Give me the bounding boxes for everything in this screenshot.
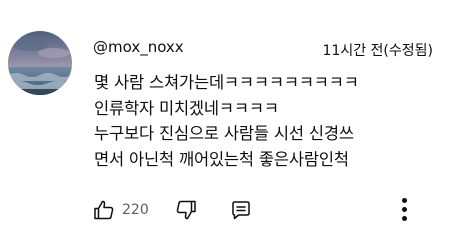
thumbs-down-icon [176,200,196,220]
thumbs-up-icon [94,200,114,220]
comment-action-bar: 220 [92,196,422,224]
reply-icon [232,201,250,220]
comment-timestamp[interactable]: 11시간 전(수정됨) [323,40,433,62]
comment-text: 몇 사람 스쳐가는데ㅋㅋㅋㅋㅋㅋㅋㅋㅋ 인류학자 미치겠네ㅋㅋㅋㅋ 누구보다 진… [94,70,440,172]
comment-header: @mox_noxx 11시간 전(수정됨) [93,36,433,60]
comment-thread: @mox_noxx 11시간 전(수정됨) 몇 사람 스쳐가는데ㅋㅋㅋㅋㅋㅋㅋㅋ… [0,0,449,251]
reply-button[interactable] [229,196,253,224]
avatar-image [8,31,72,95]
more-vertical-icon [402,216,407,221]
comment-text-line: 몇 사람 스쳐가는데ㅋㅋㅋㅋㅋㅋㅋㅋㅋ [94,73,359,92]
more-vertical-icon [402,207,407,212]
comment-text-line: 인류학자 미치겠네ㅋㅋㅋㅋ [94,98,279,118]
author-name[interactable]: @mox_noxx [93,36,184,58]
more-options-button[interactable] [397,194,413,224]
comment-text-line: 면서 아닌척 깨어있는척 좋은사람인척 [94,149,349,169]
avatar[interactable] [8,31,72,95]
more-vertical-icon [402,198,407,203]
comment-text-line: 누구보다 진심으로 사람들 시선 신경쓰 [94,124,354,143]
like-button[interactable]: 220 [92,196,149,224]
dislike-button[interactable] [174,196,198,224]
like-count: 220 [122,202,149,218]
